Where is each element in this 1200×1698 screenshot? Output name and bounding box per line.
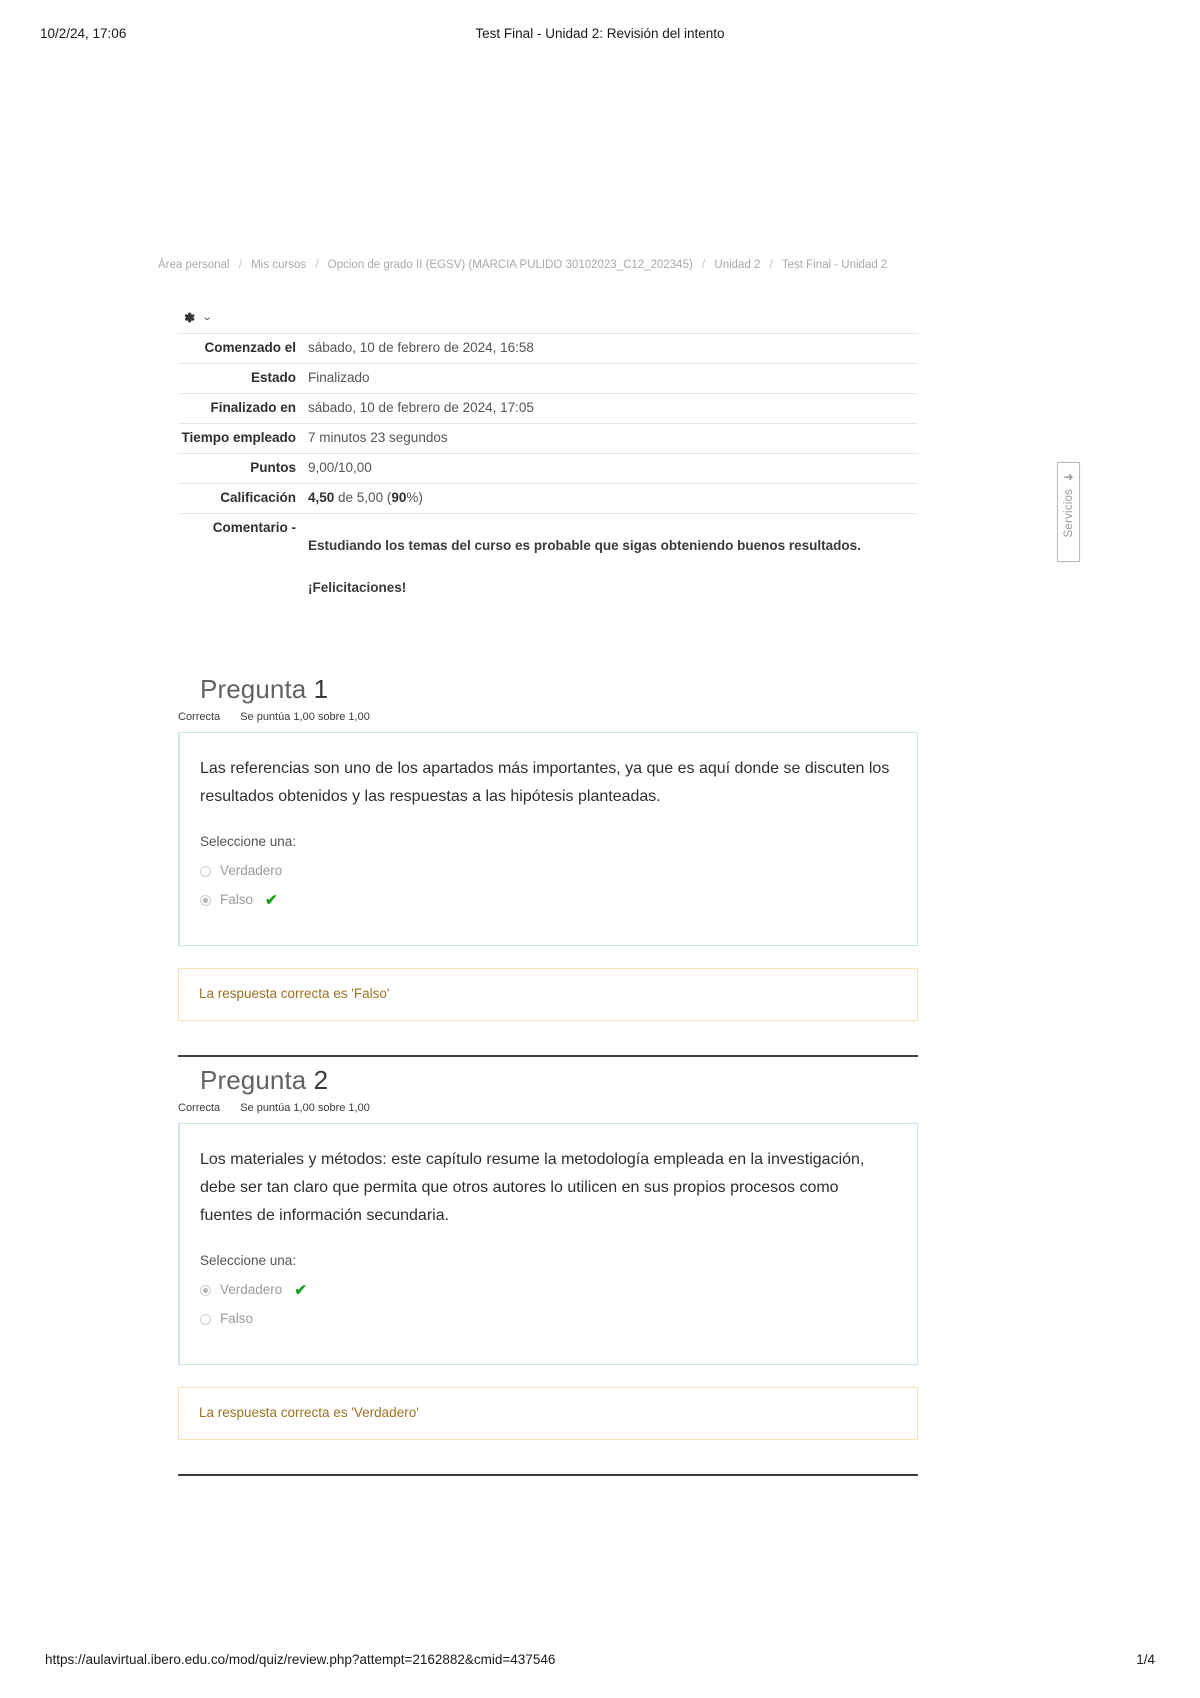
breadcrumb-separator: / (702, 259, 706, 271)
comment-line-2: ¡Felicitaciones! (308, 580, 407, 595)
answer-option-1-falso[interactable]: Falso ✔ (200, 890, 895, 910)
summary-label-puntos: Puntos (250, 460, 296, 475)
question-number: 2 (313, 1065, 329, 1095)
question-text-1: Las referencias son uno de los apartados… (200, 760, 890, 805)
breadcrumb: Área personal / Mis cursos / Opcion de g… (158, 258, 958, 272)
answer-label: Verdadero (220, 1282, 283, 1297)
breadcrumb-item-curso[interactable]: Opcion de grado II (EGSV) (MARCIA PULIDO… (328, 259, 693, 271)
table-row: Puntos 9,00/10,00 (178, 453, 918, 484)
grade-value: 4,50 (308, 490, 335, 505)
summary-value-puntos: 9,00/10,00 (308, 460, 372, 475)
summary-comment-body: Estudiando los temas del curso es probab… (308, 536, 918, 598)
table-row: Comentario - Estudiando los temas del cu… (178, 513, 918, 609)
attempt-summary-table: Comenzado el sábado, 10 de febrero de 20… (178, 333, 918, 608)
question-state: Correcta (178, 1102, 221, 1114)
summary-label-calificacion: Calificación (220, 490, 296, 505)
summary-value-finalizado: sábado, 10 de febrero de 2024, 17:05 (308, 400, 534, 415)
answer-option-1-verdadero[interactable]: Verdadero (200, 861, 895, 881)
radio-icon-selected[interactable] (200, 1284, 211, 1296)
question-text-2: Los materiales y métodos: este capítulo … (200, 1151, 865, 1224)
question-prompt-2: Seleccione una: (200, 1253, 297, 1268)
breadcrumb-item-area-personal[interactable]: Área personal (158, 259, 230, 271)
question-block-1: Pregunta 1 Correcta Se puntúa 1,00 sobre… (178, 672, 918, 1057)
table-row: Tiempo empleado 7 minutos 23 segundos (178, 423, 918, 454)
summary-value-comenzado: sábado, 10 de febrero de 2024, 16:58 (308, 340, 534, 355)
answer-label: Verdadero (220, 863, 283, 878)
question-state: Correcta (178, 711, 221, 723)
table-row: Comenzado el sábado, 10 de febrero de 20… (178, 333, 918, 364)
question-state-line-2: Correcta Se puntúa 1,00 sobre 1,00 (178, 1101, 918, 1115)
question-feedback-1: La respuesta correcta es 'Falso' (178, 968, 918, 1021)
print-header: 10/2/24, 17:06 Test Final - Unidad 2: Re… (0, 26, 1200, 46)
summary-value-estado: Finalizado (308, 370, 370, 385)
summary-label-comenzado: Comenzado el (204, 340, 296, 355)
servicios-side-tab[interactable]: ➜ Servicios (1057, 462, 1080, 562)
arrow-right-icon: ➜ (1063, 470, 1074, 484)
summary-value-tiempo: 7 minutos 23 segundos (308, 430, 448, 445)
print-header-title: Test Final - Unidad 2: Revisión del inte… (475, 26, 725, 41)
question-separator (178, 1055, 918, 1057)
radio-icon-selected[interactable] (200, 894, 211, 906)
question-marks: Se puntúa 1,00 sobre 1,00 (240, 711, 370, 723)
answer-option-2-verdadero[interactable]: Verdadero ✔ (200, 1280, 895, 1300)
radio-icon[interactable] (200, 1313, 211, 1325)
question-block-2: Pregunta 2 Correcta Se puntúa 1,00 sobre… (178, 1063, 918, 1476)
question-marks: Se puntúa 1,00 sobre 1,00 (240, 1102, 370, 1114)
summary-value-calificacion: 4,50 de 5,00 (90%) (308, 484, 918, 514)
breadcrumb-item-mis-cursos[interactable]: Mis cursos (251, 259, 306, 271)
question-number: 1 (313, 674, 329, 704)
question-title-1: Pregunta 1 (200, 672, 918, 706)
check-icon: ✔ (294, 1281, 307, 1299)
question-title-2: Pregunta 2 (200, 1063, 918, 1097)
answer-option-2-falso[interactable]: Falso (200, 1309, 895, 1329)
table-row: Calificación 4,50 de 5,00 (90%) (178, 483, 918, 514)
check-icon: ✔ (265, 891, 278, 909)
answer-label: Falso (220, 892, 254, 907)
answer-label: Falso (220, 1311, 254, 1326)
breadcrumb-item-unidad-2[interactable]: Unidad 2 (714, 259, 760, 271)
summary-label-tiempo: Tiempo empleado (181, 430, 296, 445)
summary-label-comentario: Comentario - (212, 520, 296, 535)
table-row: Finalizado en sábado, 10 de febrero de 2… (178, 393, 918, 424)
question-title-prefix: Pregunta (200, 1065, 307, 1095)
question-title-prefix: Pregunta (200, 674, 307, 704)
question-prompt-1: Seleccione una: (200, 834, 297, 849)
breadcrumb-separator: / (238, 259, 243, 271)
summary-label-estado: Estado (250, 370, 296, 385)
print-footer: https://aulavirtual.ibero.edu.co/mod/qui… (0, 1652, 1200, 1672)
breadcrumb-item-test-final[interactable]: Test Final - Unidad 2 (782, 259, 887, 271)
radio-icon[interactable] (200, 865, 211, 877)
grade-outof: de 5,00 ( (334, 490, 392, 505)
print-footer-page: 1/4 (1136, 1652, 1155, 1667)
summary-label-finalizado: Finalizado en (210, 400, 296, 415)
grade-percent: 90 (391, 490, 407, 505)
question-body-2: Los materiales y métodos: este capítulo … (178, 1123, 918, 1365)
table-row: Estado Finalizado (178, 363, 918, 394)
question-feedback-2: La respuesta correcta es 'Verdadero' (178, 1387, 918, 1440)
gear-icon[interactable] (181, 310, 196, 325)
question-separator (178, 1474, 918, 1476)
breadcrumb-separator: / (769, 259, 773, 271)
print-footer-url: https://aulavirtual.ibero.edu.co/mod/qui… (45, 1652, 556, 1667)
breadcrumb-separator: / (315, 259, 319, 271)
comment-line-1: Estudiando los temas del curso es probab… (308, 538, 861, 553)
grade-percent-tail: %) (406, 490, 423, 505)
action-menu[interactable]: ⌄ (181, 310, 213, 325)
question-state-line-1: Correcta Se puntúa 1,00 sobre 1,00 (178, 710, 918, 724)
question-body-1: Las referencias son uno de los apartados… (178, 732, 918, 946)
servicios-tab-label: Servicios (1062, 489, 1075, 538)
chevron-down-icon[interactable]: ⌄ (202, 312, 213, 323)
